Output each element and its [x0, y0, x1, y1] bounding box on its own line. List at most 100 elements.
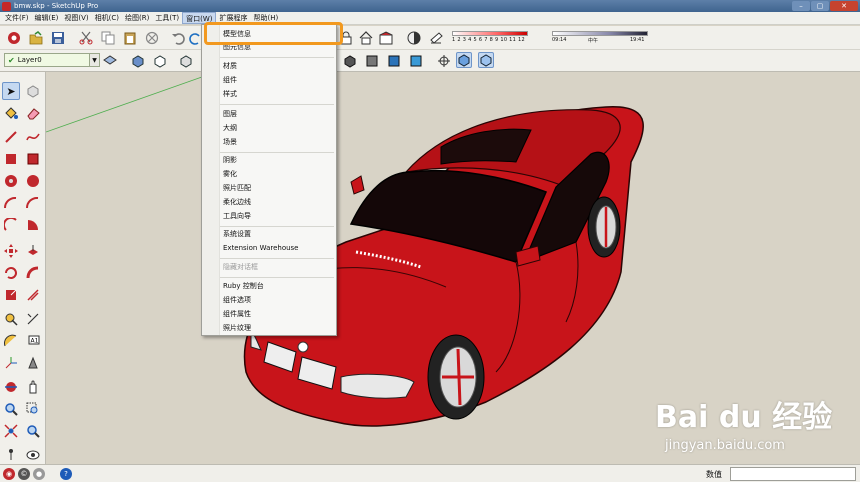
credits-icon[interactable]: © [18, 468, 30, 480]
previous-view-icon[interactable] [24, 422, 42, 440]
menu-item-soften-edges[interactable]: 柔化边线 [202, 196, 336, 209]
menu-item-preferences[interactable]: 系统设置 [202, 228, 336, 241]
select-tool-icon[interactable]: ➤ [2, 82, 20, 100]
line-tool-icon[interactable] [2, 128, 20, 146]
paint-bucket-icon[interactable] [2, 104, 20, 122]
help-icon[interactable]: ? [60, 468, 72, 480]
menu-item-fog[interactable]: 雾化 [202, 168, 336, 181]
window-title: bmw.skp - SketchUp Pro [14, 2, 99, 10]
menu-separator [220, 258, 334, 259]
style-monochrome-icon[interactable] [386, 53, 402, 69]
menu-item-styles[interactable]: 样式 [202, 88, 336, 101]
menu-draw[interactable]: 绘图(R) [122, 12, 152, 24]
style-xray-icon[interactable] [130, 53, 146, 69]
menu-item-extension-warehouse[interactable]: Extension Warehouse [202, 242, 336, 255]
time-end-label: 19:41 [630, 37, 645, 43]
open-icon[interactable] [28, 30, 44, 46]
follow-me-icon[interactable] [24, 264, 42, 282]
copy-icon[interactable] [100, 30, 116, 46]
layer-dropdown[interactable]: ✔ Layer0 ▼ [4, 53, 100, 67]
menu-item-outliner[interactable]: 大纲 [202, 122, 336, 135]
menu-item-ruby-console[interactable]: Ruby 控制台 [202, 280, 336, 293]
style-shaded-icon[interactable] [342, 53, 358, 69]
pan-tool-icon[interactable] [24, 378, 42, 396]
circle-tool-icon[interactable] [2, 172, 20, 190]
save-icon[interactable] [50, 30, 66, 46]
menu-item-match-photo[interactable]: 照片匹配 [202, 182, 336, 195]
zoom-tool-icon[interactable] [2, 400, 20, 418]
menu-camera[interactable]: 相机(C) [92, 12, 122, 24]
rectangle-tool-icon[interactable] [2, 150, 20, 168]
shadow-time-slider[interactable] [552, 31, 648, 36]
menu-edit[interactable]: 编辑(E) [32, 12, 62, 24]
arc-tool-icon[interactable] [2, 194, 20, 212]
menu-item-hide-dialogs: 隐藏对话框 [223, 263, 258, 271]
freehand-icon[interactable] [24, 128, 42, 146]
layer-manager-icon[interactable] [102, 53, 118, 69]
geo-location-icon[interactable]: ◉ [3, 468, 15, 480]
orbit-tool-icon[interactable] [2, 378, 20, 396]
position-camera-icon[interactable] [2, 446, 20, 464]
erase-icon[interactable] [144, 30, 160, 46]
style-color-icon[interactable] [408, 53, 424, 69]
display-section-icon[interactable] [456, 52, 472, 68]
two-point-arc-icon[interactable] [24, 194, 42, 212]
menu-file[interactable]: 文件(F) [2, 12, 32, 24]
measurements-input[interactable] [730, 467, 856, 481]
move-tool-icon[interactable] [2, 242, 20, 260]
make-component-icon[interactable] [24, 82, 42, 100]
menu-item-component-options[interactable]: 组件选项 [202, 294, 336, 307]
dimension-tool-icon[interactable] [24, 310, 42, 328]
tape-measure-icon[interactable] [2, 310, 20, 328]
rotate-tool-icon[interactable] [2, 264, 20, 282]
three-point-arc-icon[interactable] [2, 216, 20, 234]
new-icon[interactable] [6, 30, 22, 46]
protractor-icon[interactable] [2, 332, 20, 350]
cut-icon[interactable] [78, 30, 94, 46]
warehouse-icon[interactable] [378, 30, 394, 46]
user-icon[interactable]: ● [33, 468, 45, 480]
menu-item-instructor[interactable]: 工具向导 [202, 210, 336, 223]
chevron-down-icon[interactable]: ▼ [89, 54, 99, 66]
menu-separator [220, 152, 334, 153]
text-tool-icon[interactable]: A1 [24, 332, 42, 350]
look-around-icon[interactable] [24, 446, 42, 464]
minimize-icon[interactable]: – [792, 1, 810, 11]
3d-text-icon[interactable] [24, 354, 42, 372]
status-bar: ◉ © ● ? 数值 [0, 464, 860, 482]
fog-toggle-icon[interactable] [428, 30, 444, 46]
display-section-cuts-icon[interactable] [478, 52, 494, 68]
scale-tool-icon[interactable] [2, 286, 20, 304]
zoom-extents-icon[interactable] [2, 422, 20, 440]
section-plane-icon[interactable] [436, 53, 452, 69]
shadow-month-slider[interactable] [452, 31, 528, 36]
rotated-rectangle-icon[interactable] [24, 150, 42, 168]
push-pull-icon[interactable] [24, 242, 42, 260]
menu-separator [220, 226, 334, 227]
style-hidden-line-icon[interactable] [178, 53, 194, 69]
close-icon[interactable]: ✕ [830, 1, 858, 11]
axes-tool-icon[interactable] [2, 354, 20, 372]
menu-tools[interactable]: 工具(T) [152, 12, 182, 24]
menu-item-layers[interactable]: 图层 [202, 108, 336, 121]
menu-item-component-attributes[interactable]: 组件属性 [202, 308, 336, 321]
menu-item-shadows[interactable]: 阴影 [202, 154, 336, 167]
zoom-window-icon[interactable] [24, 400, 42, 418]
paste-icon[interactable] [122, 30, 138, 46]
pie-tool-icon[interactable] [24, 216, 42, 234]
style-textures-icon[interactable] [364, 53, 380, 69]
polygon-tool-icon[interactable] [24, 172, 42, 190]
menu-item-scenes[interactable]: 场景 [202, 136, 336, 149]
menu-item-components[interactable]: 组件 [202, 74, 336, 87]
style-wireframe-icon[interactable] [152, 53, 168, 69]
maximize-icon[interactable]: ▢ [811, 1, 829, 11]
menu-view[interactable]: 视图(V) [61, 12, 91, 24]
home-icon[interactable] [358, 30, 374, 46]
menu-item-materials[interactable]: 材质 [202, 60, 336, 73]
menu-item-photo-textures[interactable]: 照片纹理 [202, 322, 336, 335]
menu-bar: 文件(F) 编辑(E) 视图(V) 相机(C) 绘图(R) 工具(T) 窗口(W… [0, 12, 860, 25]
undo-icon[interactable] [170, 30, 186, 46]
eraser-icon[interactable] [24, 104, 42, 122]
shadow-toggle-icon[interactable] [406, 30, 422, 46]
offset-tool-icon[interactable] [24, 286, 42, 304]
